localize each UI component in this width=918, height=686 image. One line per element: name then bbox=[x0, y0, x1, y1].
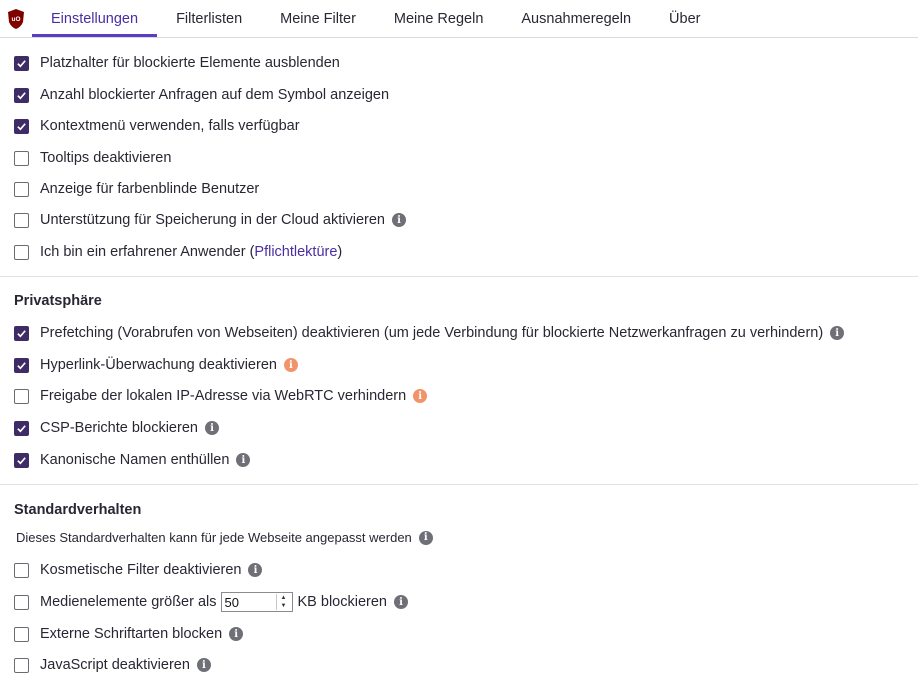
setting-row: Platzhalter für blockierte Elemente ausb… bbox=[14, 52, 340, 74]
info-icon[interactable]: i bbox=[393, 595, 408, 609]
setting-row: CSP-Berichte blockieren i bbox=[14, 417, 219, 439]
check-icon bbox=[17, 361, 26, 369]
checkbox[interactable] bbox=[14, 388, 29, 404]
checkbox[interactable] bbox=[14, 452, 29, 468]
defaults-note: Dieses Standardverhalten kann für jede W… bbox=[16, 530, 433, 545]
setting-row: Prefetching (Vorabrufen von Webseiten) d… bbox=[14, 322, 845, 344]
setting-row: JavaScript deaktivieren i bbox=[14, 654, 211, 676]
tab-meine-filter[interactable]: Meine Filter bbox=[261, 0, 375, 37]
checkbox[interactable] bbox=[14, 626, 29, 642]
media-size-input[interactable]: ▲▼ bbox=[220, 592, 293, 612]
info-icon[interactable]: i bbox=[248, 563, 263, 577]
stepper-up-icon[interactable]: ▲ bbox=[277, 594, 291, 602]
setting-label[interactable]: JavaScript deaktivieren bbox=[40, 657, 190, 673]
info-icon[interactable]: i bbox=[196, 658, 211, 672]
checkbox[interactable] bbox=[14, 181, 29, 197]
check-icon bbox=[17, 329, 26, 337]
setting-label[interactable]: Externe Schriftarten blocken bbox=[40, 626, 222, 642]
setting-row: Anzahl blockierter Anfragen auf dem Symb… bbox=[14, 84, 389, 106]
checkbox[interactable] bbox=[14, 244, 29, 260]
info-icon[interactable]: i bbox=[229, 627, 244, 641]
setting-row: Unterstützung für Speicherung in der Clo… bbox=[14, 209, 406, 231]
setting-row: Hyperlink-Überwachung deaktivieren i bbox=[14, 354, 298, 376]
checkbox[interactable] bbox=[14, 150, 29, 166]
info-icon[interactable]: i bbox=[830, 326, 845, 340]
setting-row: Externe Schriftarten blocken i bbox=[14, 623, 244, 645]
setting-label[interactable]: Hyperlink-Überwachung deaktivieren bbox=[40, 357, 277, 373]
tab-einstellungen[interactable]: Einstellungen bbox=[32, 0, 158, 37]
checkbox[interactable] bbox=[14, 55, 29, 71]
setting-row: Kosmetische Filter deaktivieren i bbox=[14, 559, 263, 581]
setting-label[interactable]: CSP-Berichte blockieren bbox=[40, 420, 198, 436]
section-divider bbox=[0, 484, 918, 485]
setting-label-suffix[interactable]: ) bbox=[337, 244, 342, 260]
check-icon bbox=[17, 59, 26, 67]
checkbox[interactable] bbox=[14, 87, 29, 103]
info-icon[interactable]: i bbox=[391, 213, 406, 227]
setting-label[interactable]: Unterstützung für Speicherung in der Clo… bbox=[40, 212, 385, 228]
setting-label[interactable]: Freigabe der lokalen IP-Adresse via WebR… bbox=[40, 388, 406, 404]
defaults-heading: Standardverhalten bbox=[14, 502, 142, 518]
setting-label[interactable]: Anzeige für farbenblinde Benutzer bbox=[40, 181, 259, 197]
check-icon bbox=[17, 424, 26, 432]
checkbox[interactable] bbox=[14, 594, 29, 610]
setting-row: Anzeige für farbenblinde Benutzer bbox=[14, 178, 259, 200]
info-icon[interactable]: i bbox=[283, 358, 298, 372]
setting-label[interactable]: Anzahl blockierter Anfragen auf dem Symb… bbox=[40, 87, 389, 103]
setting-label[interactable]: Kanonische Namen enthüllen bbox=[40, 452, 229, 468]
check-icon bbox=[17, 91, 26, 99]
setting-label-suffix[interactable]: KB blockieren bbox=[298, 594, 387, 610]
tab-uber[interactable]: Über bbox=[650, 0, 719, 37]
checkbox[interactable] bbox=[14, 562, 29, 578]
privacy-heading: Privatsphäre bbox=[14, 293, 102, 309]
info-icon[interactable]: i bbox=[413, 389, 428, 403]
section-divider bbox=[0, 276, 918, 277]
setting-row: Tooltips deaktivieren bbox=[14, 147, 171, 169]
setting-label[interactable]: Platzhalter für blockierte Elemente ausb… bbox=[40, 55, 340, 71]
info-icon[interactable]: i bbox=[236, 453, 251, 467]
setting-label[interactable]: Prefetching (Vorabrufen von Webseiten) d… bbox=[40, 325, 823, 341]
checkbox[interactable] bbox=[14, 420, 29, 436]
checkbox[interactable] bbox=[14, 325, 29, 341]
checkbox[interactable] bbox=[14, 657, 29, 673]
checkbox[interactable] bbox=[14, 118, 29, 134]
setting-label[interactable]: Ich bin ein erfahrener Anwender ( bbox=[40, 244, 254, 260]
tab-ausnahmeregeln[interactable]: Ausnahmeregeln bbox=[502, 0, 650, 37]
defaults-note-text: Dieses Standardverhalten kann für jede W… bbox=[16, 530, 412, 545]
ublock-origin-logo: uO bbox=[8, 9, 24, 29]
setting-label[interactable]: Kontextmenü verwenden, falls verfügbar bbox=[40, 118, 300, 134]
info-icon[interactable]: i bbox=[418, 530, 433, 545]
check-icon bbox=[17, 122, 26, 130]
tab-bar: uO Einstellungen Filterlisten Meine Filter… bbox=[0, 0, 918, 38]
info-icon[interactable]: i bbox=[204, 421, 219, 435]
media-size-field[interactable] bbox=[221, 594, 278, 610]
required-reading-link[interactable]: Pflichtlektüre bbox=[254, 244, 337, 260]
setting-label[interactable]: Medienelemente größer als bbox=[40, 594, 217, 610]
setting-row: Kontextmenü verwenden, falls verfügbar bbox=[14, 115, 300, 137]
setting-row: Kanonische Namen enthüllen i bbox=[14, 449, 251, 471]
svg-text:uO: uO bbox=[11, 16, 20, 23]
setting-label[interactable]: Kosmetische Filter deaktivieren bbox=[40, 562, 241, 578]
setting-row: Medienelemente größer als ▲▼ KB blockieren… bbox=[14, 591, 408, 613]
checkbox[interactable] bbox=[14, 212, 29, 228]
setting-row: Freigabe der lokalen IP-Adresse via WebR… bbox=[14, 385, 428, 407]
stepper-down-icon[interactable]: ▼ bbox=[277, 602, 291, 610]
check-icon bbox=[17, 456, 26, 464]
setting-label[interactable]: Tooltips deaktivieren bbox=[40, 150, 171, 166]
setting-row: Ich bin ein erfahrener Anwender (Pflicht… bbox=[14, 241, 342, 263]
number-stepper[interactable]: ▲ ▼ bbox=[275, 594, 291, 610]
tab-meine-regeln[interactable]: Meine Regeln bbox=[375, 0, 502, 37]
tab-filterlisten[interactable]: Filterlisten bbox=[157, 0, 261, 37]
checkbox[interactable] bbox=[14, 357, 29, 373]
